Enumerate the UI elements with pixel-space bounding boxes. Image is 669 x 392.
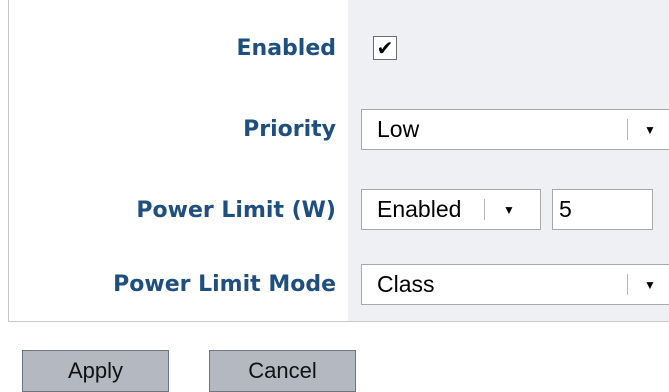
power-limit-input[interactable]: 5 [552, 189, 653, 230]
power-limit-mode-select[interactable]: Class ▼ [361, 264, 669, 305]
apply-button[interactable]: Apply [22, 350, 169, 392]
power-limit-select-divider [484, 199, 485, 220]
power-limit-enabled-value: Enabled [377, 196, 462, 222]
priority-select-value: Low [377, 116, 420, 142]
power-limit-mode-divider [627, 274, 628, 295]
power-limit-mode-value: Class [377, 271, 435, 297]
power-limit-mode-row: Power Limit Mode Class ▼ [9, 254, 669, 314]
settings-panel: Enabled ✔ Priority Low ▼ Power Limit (W)… [8, 0, 669, 322]
priority-select[interactable]: Low ▼ [361, 109, 669, 150]
power-limit-input-value: 5 [559, 196, 572, 222]
power-limit-mode-label: Power Limit Mode [113, 271, 336, 297]
checkmark-icon: ✔ [376, 36, 394, 60]
chevron-down-icon: ▼ [503, 202, 515, 217]
chevron-down-icon: ▼ [644, 122, 656, 137]
enabled-row: Enabled ✔ [9, 18, 669, 78]
priority-row: Priority Low ▼ [9, 99, 669, 159]
power-limit-enabled-select[interactable]: Enabled ▼ [361, 189, 541, 230]
priority-select-divider [627, 119, 628, 140]
cancel-button[interactable]: Cancel [209, 350, 356, 392]
chevron-down-icon: ▼ [644, 277, 656, 292]
priority-label: Priority [243, 116, 336, 142]
power-limit-label: Power Limit (W) [136, 197, 336, 223]
power-limit-row: Power Limit (W) Enabled ▼ 5 [9, 180, 669, 240]
enabled-label: Enabled [236, 35, 337, 61]
enabled-checkbox[interactable]: ✔ [373, 36, 397, 60]
